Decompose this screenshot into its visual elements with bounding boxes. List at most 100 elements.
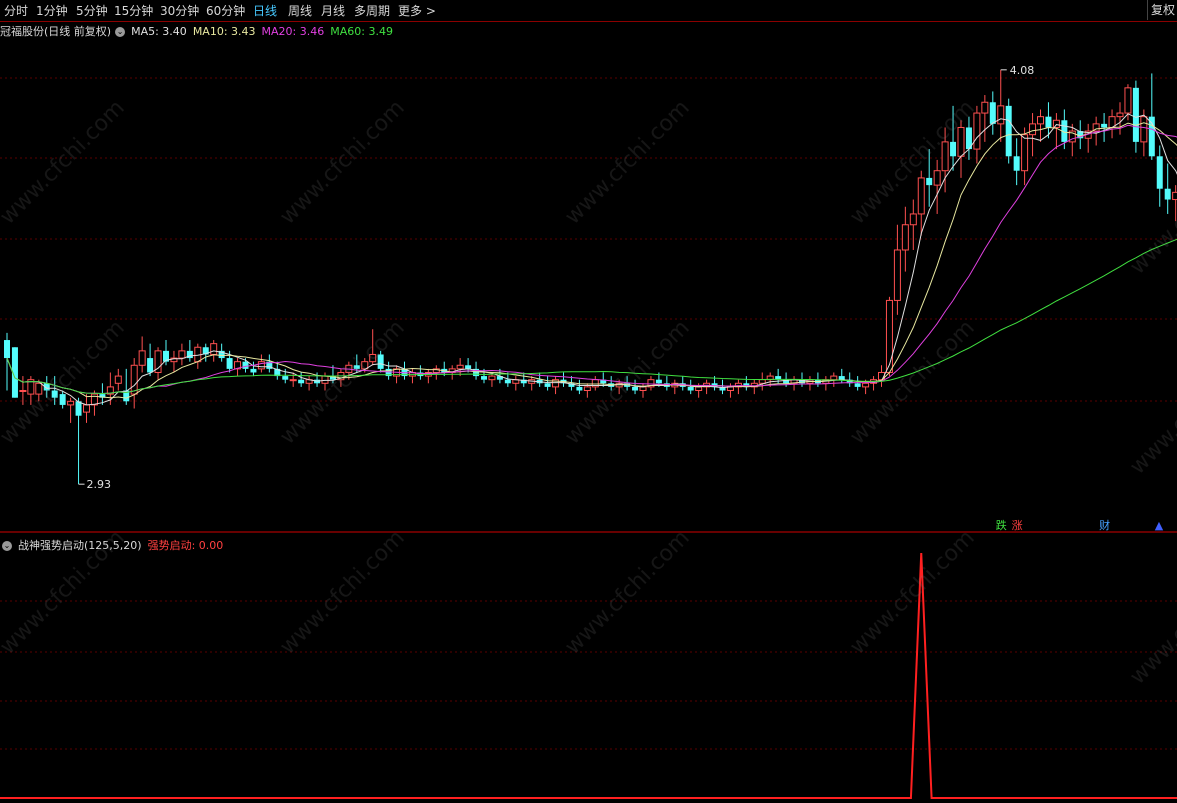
candle-body-115 <box>917 177 925 215</box>
period-tab-8[interactable]: 月线 <box>321 2 345 19</box>
candle-body-86 <box>687 386 694 391</box>
candle-body-40 <box>321 375 329 384</box>
candle-132 <box>1052 113 1060 150</box>
period-tab-2[interactable]: 5分钟 <box>76 2 108 19</box>
candle-95 <box>758 372 766 391</box>
candle-body-4 <box>35 382 43 395</box>
candle-69 <box>552 376 560 395</box>
candle-124 <box>989 91 996 135</box>
candle-body-72 <box>576 386 583 391</box>
candle-135 <box>1077 120 1084 150</box>
period-tab-7[interactable]: 周线 <box>288 2 312 19</box>
candle-122 <box>973 105 981 164</box>
candle-body-125 <box>997 105 1005 125</box>
candle-19 <box>154 347 162 380</box>
candle-body-117 <box>933 170 941 186</box>
candle-body-46 <box>369 353 377 363</box>
candle-7 <box>59 390 66 409</box>
period-tab-5[interactable]: 60分钟 <box>206 2 245 19</box>
period-tab-3[interactable]: 15分钟 <box>114 2 153 19</box>
candle-10 <box>83 394 90 423</box>
candle-body-131 <box>1045 116 1052 128</box>
candle-24 <box>194 343 202 369</box>
candle-72 <box>576 379 583 395</box>
candle-93 <box>743 376 750 391</box>
period-tab-6[interactable]: 日线 <box>253 2 277 19</box>
candle-body-17 <box>138 350 146 366</box>
candle-body-8 <box>67 400 75 406</box>
candle-119 <box>950 105 957 171</box>
candlestick-chart: 4.08 2.93 跌涨 财 ▲ <box>0 64 1177 533</box>
candle-body-105 <box>838 376 845 380</box>
candle-86 <box>687 379 694 395</box>
high-annotation-label: 4.08 <box>1010 64 1035 77</box>
candle-85 <box>679 376 686 391</box>
candle-114 <box>909 199 917 250</box>
candle-101 <box>806 376 814 391</box>
candle-body-30 <box>242 361 249 369</box>
candle-80 <box>639 383 647 398</box>
event-marker-2: 财 <box>1099 518 1110 532</box>
candle-129 <box>1029 113 1037 157</box>
candle-body-87 <box>695 386 703 391</box>
candle-body-128 <box>1021 134 1029 172</box>
candle-body-47 <box>377 354 384 369</box>
candle-body-80 <box>639 386 647 391</box>
candle-body-119 <box>950 141 957 157</box>
candle-body-35 <box>282 376 289 380</box>
candle-body-120 <box>957 126 965 157</box>
candle-139 <box>1108 109 1116 139</box>
candle-body-9 <box>75 401 82 416</box>
candle-0 <box>4 332 10 391</box>
candle-body-123 <box>981 101 989 114</box>
candle-body-95 <box>758 379 766 384</box>
candle-21 <box>170 350 178 373</box>
candle-83 <box>663 376 670 391</box>
candle-body-107 <box>854 383 861 387</box>
candle-29 <box>234 358 242 377</box>
period-tab-1[interactable]: 1分钟 <box>36 2 68 19</box>
candle-body-68 <box>544 383 551 387</box>
candle-146 <box>1164 163 1171 214</box>
candle-body-129 <box>1029 123 1037 136</box>
candle-body-37 <box>298 379 305 384</box>
candle-body-141 <box>1124 87 1132 114</box>
period-tab-10[interactable]: 更多 > <box>398 2 436 19</box>
candle-65 <box>520 372 527 387</box>
candle-138 <box>1101 113 1108 142</box>
candle-body-122 <box>973 112 981 150</box>
candle-22 <box>178 343 186 366</box>
candle-121 <box>965 116 972 160</box>
candle-body-63 <box>504 379 511 384</box>
candle-body-14 <box>114 375 122 384</box>
candle-126 <box>1005 98 1012 164</box>
candle-body-127 <box>1013 156 1020 171</box>
candle-body-147 <box>1172 191 1177 201</box>
candle-15 <box>123 368 130 405</box>
candle-body-114 <box>909 213 917 226</box>
candle-body-138 <box>1101 123 1108 128</box>
candle-23 <box>186 340 193 362</box>
period-tab-9[interactable]: 多周期 <box>354 2 390 19</box>
restore-rights-button[interactable]: 复权 <box>1147 0 1177 20</box>
candle-112 <box>893 224 901 315</box>
candle-74 <box>591 376 599 391</box>
candle-38 <box>305 376 313 391</box>
candle-body-132 <box>1052 119 1060 128</box>
candle-body-61 <box>488 375 496 381</box>
candle-57 <box>456 358 464 377</box>
candle-37 <box>298 372 305 387</box>
candle-body-140 <box>1116 112 1124 118</box>
candle-144 <box>1148 73 1155 160</box>
candle-body-31 <box>250 368 257 373</box>
candle-body-6 <box>51 390 58 398</box>
candle-body-18 <box>147 358 154 373</box>
candle-body-113 <box>901 224 909 251</box>
candle-20 <box>163 340 169 366</box>
period-tab-4[interactable]: 30分钟 <box>160 2 199 19</box>
candle-53 <box>424 368 432 384</box>
candle-143 <box>1140 109 1148 157</box>
candle-body-22 <box>178 350 186 359</box>
period-tab-0[interactable]: 分时 <box>4 2 28 19</box>
candle-body-116 <box>926 177 933 186</box>
